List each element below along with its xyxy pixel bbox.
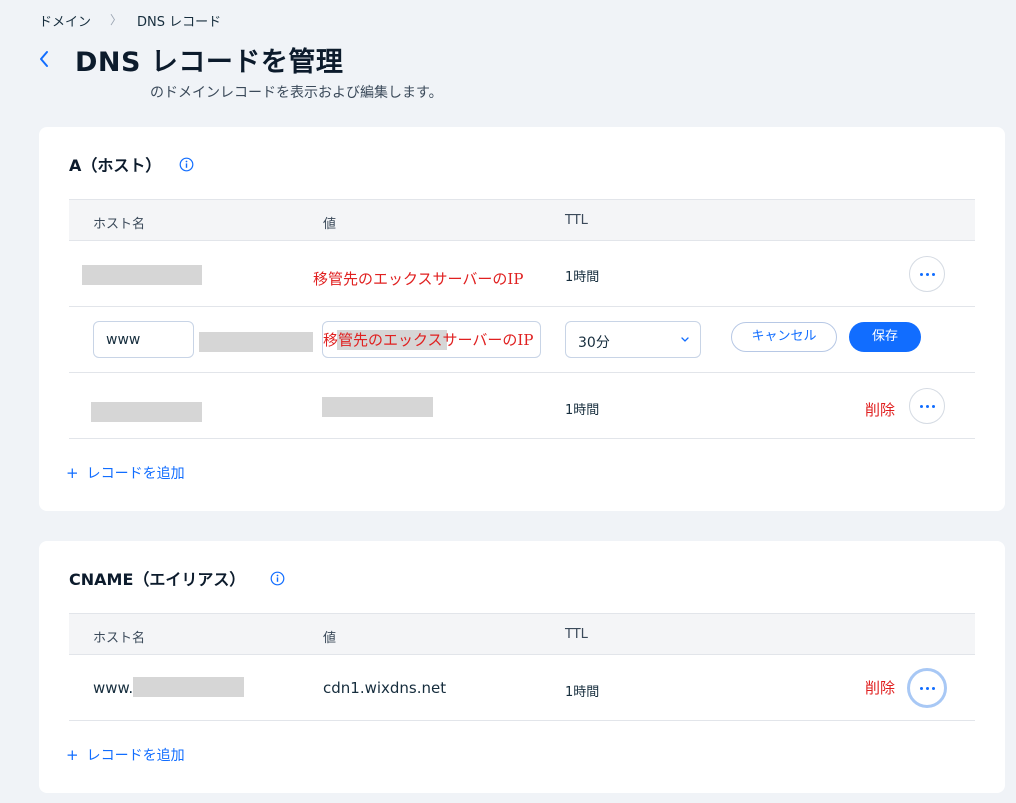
info-icon[interactable] <box>270 571 285 586</box>
add-record-link[interactable]: + レコードを追加 <box>66 745 185 765</box>
delete-annotation: 削除 <box>865 679 896 697</box>
more-actions-button[interactable] <box>909 256 945 292</box>
cname-section-title: CNAME（エイリアス） <box>69 570 246 589</box>
add-record-label: レコードを追加 <box>86 748 185 764</box>
table-row: 1時間 削除 <box>69 373 975 439</box>
header-host: ホスト名 <box>93 217 146 232</box>
table-row-editing: www 移管先のエックスサーバーのIP 30分 キャンセル 保存 <box>69 307 975 373</box>
header-value: 値 <box>323 631 337 646</box>
value-annotation: 移管先のエックスサーバーのIP <box>323 331 534 349</box>
value-annotation: 移管先のエックスサーバーのIP <box>313 270 524 288</box>
cname-records-card: CNAME（エイリアス） ホスト名 値 TTL www. cdn1.wixdns… <box>39 541 1005 793</box>
cname-table-header: ホスト名 値 TTL <box>69 613 975 655</box>
header-ttl: TTL <box>565 627 588 642</box>
ttl-cell: 1時間 <box>565 685 600 700</box>
ttl-select[interactable]: 30分 <box>565 321 701 358</box>
header-value: 値 <box>323 217 337 232</box>
ttl-cell: 1時間 <box>565 403 600 418</box>
ttl-select-value: 30分 <box>578 335 610 351</box>
value-input[interactable]: 移管先のエックスサーバーのIP <box>322 321 541 358</box>
host-input[interactable]: www <box>93 321 194 358</box>
more-actions-button[interactable] <box>909 388 945 424</box>
cname-value: cdn1.wixdns.net <box>323 679 447 697</box>
header-host: ホスト名 <box>93 631 146 646</box>
cname-host-prefix: www. <box>93 679 134 697</box>
add-record-link[interactable]: + レコードを追加 <box>66 463 185 483</box>
table-row: www. cdn1.wixdns.net 1時間 削除 <box>69 655 975 721</box>
table-row: 移管先のエックスサーバーのIP 1時間 <box>69 241 975 307</box>
delete-annotation: 削除 <box>865 401 896 419</box>
breadcrumb-domains[interactable]: ドメイン <box>39 11 91 30</box>
more-actions-button[interactable] <box>907 668 947 708</box>
header-ttl: TTL <box>565 213 588 228</box>
a-records-card: A（ホスト） ホスト名 値 TTL 移管先のエックスサーバーのIP 1時間 ww… <box>39 127 1005 511</box>
plus-icon: + <box>66 464 79 482</box>
redacted-value <box>322 397 433 417</box>
save-button[interactable]: 保存 <box>849 322 921 352</box>
breadcrumb-current: DNS レコード <box>137 15 222 30</box>
a-section-title: A（ホスト） <box>69 156 162 175</box>
chevron-down-icon <box>680 332 690 348</box>
info-icon[interactable] <box>179 157 194 172</box>
add-record-label: レコードを追加 <box>86 466 185 482</box>
ttl-cell: 1時間 <box>565 270 600 285</box>
back-chevron-icon[interactable] <box>36 48 54 70</box>
breadcrumb-separator: 〉 <box>110 13 123 27</box>
redacted-host <box>91 402 202 422</box>
redacted-host <box>82 265 202 285</box>
redacted-domain-suffix <box>199 332 313 352</box>
cancel-button[interactable]: キャンセル <box>731 322 837 352</box>
a-table-header: ホスト名 値 TTL <box>69 199 975 241</box>
page-title: DNS レコードを管理 <box>75 47 344 78</box>
page-subtitle: のドメインレコードを表示および編集します。 <box>150 85 443 101</box>
redacted-host <box>133 677 244 697</box>
plus-icon: + <box>66 746 79 764</box>
